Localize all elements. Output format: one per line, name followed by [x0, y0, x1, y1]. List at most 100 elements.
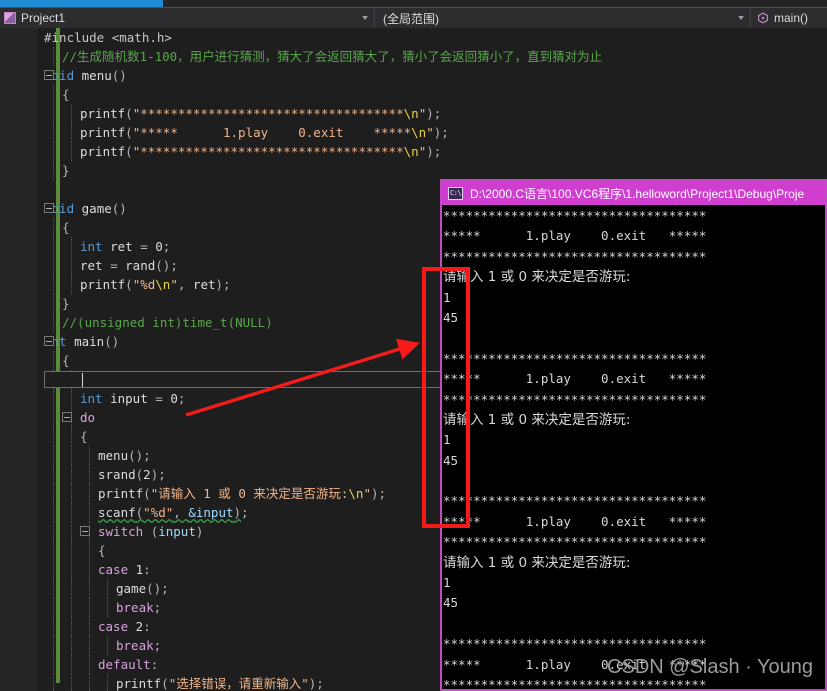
code-token: case — [98, 619, 136, 634]
code-line-text: { — [44, 218, 70, 237]
indent-guide — [71, 598, 72, 617]
indent-guide — [71, 465, 72, 484]
method-icon — [757, 12, 769, 24]
code-token: switch — [98, 524, 151, 539]
indent-guide — [71, 123, 72, 142]
code-token: ); — [308, 676, 324, 691]
code-token: () — [104, 334, 120, 349]
indent-guide — [89, 503, 90, 522]
code-token: ; — [153, 600, 162, 615]
indent-guide — [71, 560, 72, 579]
code-token: 2 — [143, 467, 151, 482]
indent-guide — [107, 636, 108, 655]
indent-guide — [71, 617, 72, 636]
code-token: ret — [110, 239, 133, 254]
code-token: } — [62, 296, 70, 311]
code-token: printf — [98, 486, 144, 501]
code-line-text: #include <math.h> — [44, 28, 172, 47]
code-token: { — [80, 429, 88, 444]
console-line: 45 — [443, 595, 459, 611]
red-highlight-rectangle — [422, 267, 470, 528]
console-line: 请输入 1 或 0 来决定是否游玩: — [443, 554, 631, 571]
console-line: *********************************** — [443, 636, 707, 652]
console-line: 1 — [443, 289, 451, 305]
code-token: () — [111, 201, 127, 216]
code-line-text: default: — [44, 655, 158, 674]
active-editor-tab[interactable] — [0, 0, 163, 7]
collapse-toggle[interactable] — [62, 412, 72, 422]
indent-guide — [89, 674, 90, 691]
console-line: *********************************** — [443, 534, 707, 550]
code-token: srand — [98, 467, 136, 482]
indent-guide — [89, 560, 90, 579]
code-line-text: } — [44, 294, 70, 313]
code-line-text: //生成随机数1-100，用户进行猜测，猜大了会返回猜大了，猜小了会返回猜小了，… — [44, 47, 602, 66]
code-token: \n — [411, 125, 427, 140]
indent-guide — [53, 674, 54, 691]
text-caret — [82, 373, 83, 387]
console-window[interactable]: C:\ D:\2000.C语言\100.VC6程序\1.helloword\Pr… — [440, 179, 827, 691]
indent-guide — [89, 541, 90, 560]
indent-guide — [53, 123, 54, 142]
indent-guide — [53, 503, 54, 522]
code-line-text: { — [44, 85, 70, 104]
code-line-text: void menu() — [44, 66, 127, 85]
code-token: ( — [125, 144, 133, 159]
indent-guide — [71, 237, 72, 256]
code-line: printf("***** 1.play 0.exit *****\n"); — [0, 123, 827, 142]
code-line: void menu() — [0, 66, 827, 85]
indent-guide — [71, 427, 72, 446]
console-line: ***** 1.play 0.exit ***** — [443, 513, 707, 529]
indent-guide — [53, 47, 54, 66]
member-selector[interactable]: main() — [751, 8, 827, 28]
indent-guide — [53, 408, 54, 427]
project-label: Project1 — [21, 11, 66, 25]
code-line-text: menu(); — [44, 446, 151, 465]
code-token: ret — [192, 277, 216, 292]
code-token: { — [98, 543, 106, 558]
code-token: &input — [188, 505, 234, 520]
code-token: main — [74, 334, 105, 349]
indent-guide — [53, 161, 54, 180]
code-token: ); — [426, 106, 442, 121]
code-token: (); — [146, 581, 169, 596]
code-line: { — [0, 85, 827, 104]
code-line-text: ret = rand(); — [44, 256, 178, 275]
indent-guide — [71, 275, 72, 294]
indent-guide — [53, 294, 54, 313]
console-title-bar[interactable]: C:\ D:\2000.C语言\100.VC6程序\1.helloword\Pr… — [442, 181, 825, 205]
indent-guide — [71, 579, 72, 598]
console-line: *********************************** — [443, 208, 707, 223]
indent-guide — [89, 655, 90, 674]
code-line-text: { — [44, 351, 70, 370]
collapse-toggle[interactable] — [80, 526, 90, 536]
code-token: = — [147, 391, 171, 406]
indent-guide — [71, 446, 72, 465]
code-token: ( — [143, 486, 151, 501]
collapse-toggle[interactable] — [44, 70, 54, 80]
code-token: 0 — [155, 239, 163, 254]
code-token: "%d — [132, 277, 156, 292]
code-line-text: case 1: — [44, 560, 151, 579]
code-token: , — [177, 277, 193, 292]
code-token: ) — [233, 505, 242, 520]
code-token: int — [80, 391, 111, 406]
code-token: #include <math.h> — [44, 30, 172, 45]
code-line: #include <math.h> — [0, 28, 827, 47]
code-line-text: printf("***** 1.play 0.exit *****\n"); — [44, 123, 449, 142]
indent-guide — [53, 541, 54, 560]
indent-guide — [71, 674, 72, 691]
code-token: \n — [403, 106, 419, 121]
collapse-toggle[interactable] — [44, 203, 54, 213]
code-token: 0 — [170, 391, 178, 406]
collapse-toggle[interactable] — [44, 336, 54, 346]
code-token: ( — [125, 125, 133, 140]
indent-guide — [53, 636, 54, 655]
code-token: ; — [162, 239, 171, 254]
scope-selector[interactable]: (全局范围) — [375, 8, 751, 28]
code-line-text: printf("********************************… — [44, 104, 441, 123]
indent-guide — [53, 560, 54, 579]
project-selector[interactable]: Project1 — [0, 8, 375, 28]
indent-guide — [71, 655, 72, 674]
